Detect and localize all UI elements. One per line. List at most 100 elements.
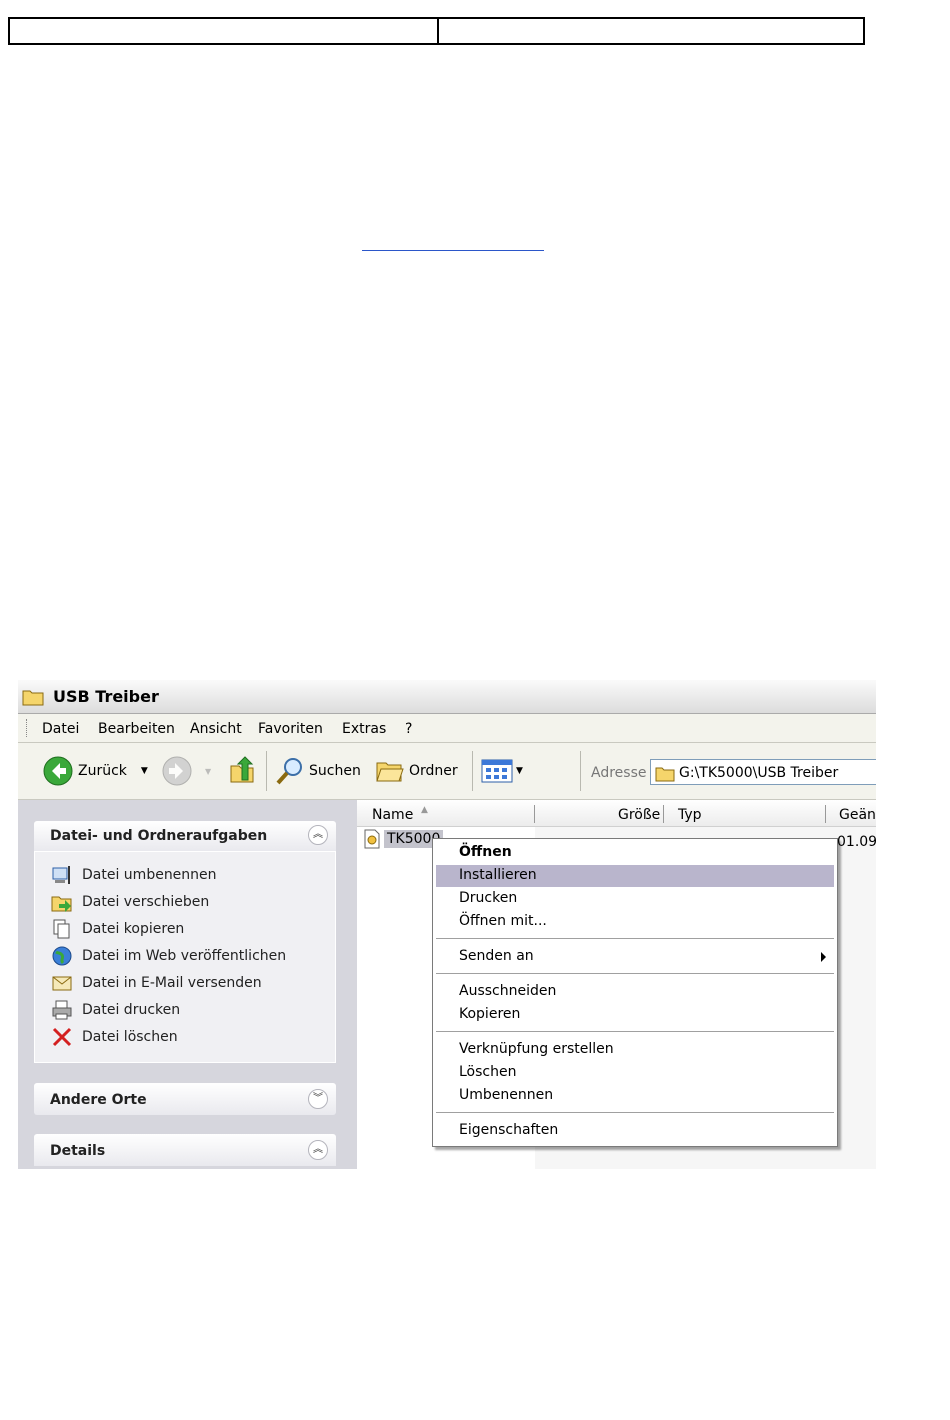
setup-info-file-icon: [364, 829, 380, 849]
rename-icon: [52, 866, 70, 884]
task-label: Datei im Web veröffentlichen: [82, 948, 287, 964]
file-date: 01.09.: [837, 834, 876, 850]
sort-ascending-icon: ▲: [421, 805, 428, 815]
menu-separator: [436, 973, 834, 975]
task-label: Datei umbenennen: [82, 867, 217, 883]
up-folder-icon: [230, 756, 254, 783]
file-tasks-header[interactable]: Datei- und Ordneraufgaben ︽: [34, 821, 336, 851]
menu-extras[interactable]: Extras: [342, 721, 386, 737]
menu-bearbeiten[interactable]: Bearbeiten: [98, 721, 175, 737]
menu-separator: [436, 938, 834, 940]
views-icon: [481, 759, 513, 783]
toolbar-separator: [580, 751, 581, 791]
forward-arrow-icon: [162, 756, 192, 786]
context-menu: Öffnen Installieren Drucken Öffnen mit..…: [432, 838, 838, 1147]
column-separator[interactable]: [825, 805, 826, 823]
menu-item-install[interactable]: Installieren: [436, 865, 834, 887]
address-bar[interactable]: G:\TK5000\USB Treiber: [650, 759, 876, 785]
back-dropdown-icon[interactable]: ▼: [141, 766, 148, 776]
task-publish-web[interactable]: Datei im Web veröffentlichen: [51, 945, 286, 967]
task-print[interactable]: Datei drucken: [51, 999, 180, 1021]
task-email[interactable]: Datei in E-Mail versenden: [51, 972, 262, 994]
submenu-arrow-icon: [821, 952, 826, 962]
views-button[interactable]: ▼: [481, 756, 523, 786]
details-header[interactable]: Details ︽: [34, 1134, 336, 1166]
menubar-grip: [26, 719, 30, 737]
hyperlink-underline: [362, 250, 544, 251]
task-pane: Datei- und Ordneraufgaben ︽ Datei umbene…: [18, 800, 357, 1169]
menu-separator: [436, 1112, 834, 1114]
file-tasks-panel: Datei- und Ordneraufgaben ︽ Datei umbene…: [34, 821, 336, 1063]
views-dropdown-icon[interactable]: ▼: [516, 766, 523, 776]
folders-label: Ordner: [409, 763, 458, 779]
file-tasks-title: Datei- und Ordneraufgaben: [50, 828, 268, 844]
menu-help[interactable]: ?: [405, 721, 412, 737]
task-rename[interactable]: Datei umbenennen: [51, 864, 217, 886]
menu-item-open-with[interactable]: Öffnen mit...: [436, 911, 834, 933]
column-separator[interactable]: [534, 805, 535, 823]
other-places-panel: Andere Orte ︾: [34, 1083, 336, 1117]
menu-item-copy[interactable]: Kopieren: [436, 1004, 834, 1026]
task-label: Datei verschieben: [82, 894, 210, 910]
column-size[interactable]: Größe: [618, 807, 660, 823]
menu-item-open[interactable]: Öffnen: [436, 842, 834, 864]
task-label: Datei kopieren: [82, 921, 185, 937]
menu-item-cut[interactable]: Ausschneiden: [436, 981, 834, 1003]
folders-icon: [376, 762, 404, 782]
folders-button[interactable]: Ordner: [375, 756, 458, 786]
menu-separator: [436, 1031, 834, 1033]
column-separator[interactable]: [663, 805, 664, 823]
menu-item-create-shortcut[interactable]: Verknüpfung erstellen: [436, 1039, 834, 1061]
toolbar-separator: [472, 751, 473, 791]
address-label: Adresse: [591, 765, 647, 781]
email-icon: [52, 976, 72, 991]
menu-datei[interactable]: Datei: [42, 721, 79, 737]
copy-icon: [53, 919, 70, 939]
details-title: Details: [50, 1143, 106, 1159]
task-delete[interactable]: Datei löschen: [51, 1026, 178, 1048]
printer-icon: [52, 1000, 72, 1020]
back-label: Zurück: [78, 763, 127, 779]
column-type[interactable]: Typ: [678, 807, 702, 823]
menu-item-delete[interactable]: Löschen: [436, 1062, 834, 1084]
other-places-title: Andere Orte: [50, 1092, 147, 1108]
back-button[interactable]: Zurück ▼: [42, 756, 148, 786]
search-label: Suchen: [309, 763, 361, 779]
details-panel: Details ︽: [34, 1134, 336, 1169]
search-button[interactable]: Suchen: [275, 756, 361, 786]
column-name[interactable]: Name: [372, 807, 413, 823]
task-move[interactable]: Datei verschieben: [51, 891, 209, 913]
forward-dropdown-icon[interactable]: ▼: [205, 767, 211, 776]
search-icon: [276, 758, 302, 785]
up-folder-button[interactable]: [228, 756, 256, 786]
expand-chevron-icon[interactable]: ︾: [308, 1089, 328, 1109]
forward-button[interactable]: ▼: [161, 756, 211, 786]
back-arrow-icon: [43, 756, 73, 786]
title-bar[interactable]: USB Treiber: [18, 680, 876, 714]
other-places-header[interactable]: Andere Orte ︾: [34, 1083, 336, 1115]
task-copy[interactable]: Datei kopieren: [51, 918, 184, 940]
collapse-chevron-icon[interactable]: ︽: [308, 1140, 328, 1160]
header-table: [8, 17, 865, 45]
column-modified[interactable]: Geänd: [839, 807, 876, 823]
folder-icon: [22, 690, 44, 706]
menu-item-print[interactable]: Drucken: [436, 888, 834, 910]
move-icon: [51, 896, 72, 912]
column-header-row: Name ▲ Größe Typ Geänd: [357, 800, 876, 827]
collapse-chevron-icon[interactable]: ︽: [308, 825, 328, 845]
delete-icon: [52, 1027, 72, 1047]
menu-item-send-to[interactable]: Senden an: [436, 946, 834, 968]
menu-favoriten[interactable]: Favoriten: [258, 721, 323, 737]
menu-item-properties[interactable]: Eigenschaften: [436, 1120, 834, 1142]
toolbar: Zurück ▼ ▼ Suchen Ordner ▼ Adresse G:\TK…: [18, 743, 876, 800]
task-label: Datei löschen: [82, 1029, 178, 1045]
globe-icon: [52, 946, 72, 966]
explorer-window: USB Treiber Datei Bearbeiten Ansicht Fav…: [18, 680, 876, 1169]
task-label: Datei drucken: [82, 1002, 181, 1018]
file-tasks-body: Datei umbenennen Datei verschieben Datei…: [34, 851, 336, 1063]
menu-bar: Datei Bearbeiten Ansicht Favoriten Extra…: [18, 714, 876, 743]
task-label: Datei in E-Mail versenden: [82, 975, 262, 991]
menu-ansicht[interactable]: Ansicht: [190, 721, 242, 737]
menu-item-rename[interactable]: Umbenennen: [436, 1085, 834, 1107]
table-divider: [437, 19, 439, 43]
